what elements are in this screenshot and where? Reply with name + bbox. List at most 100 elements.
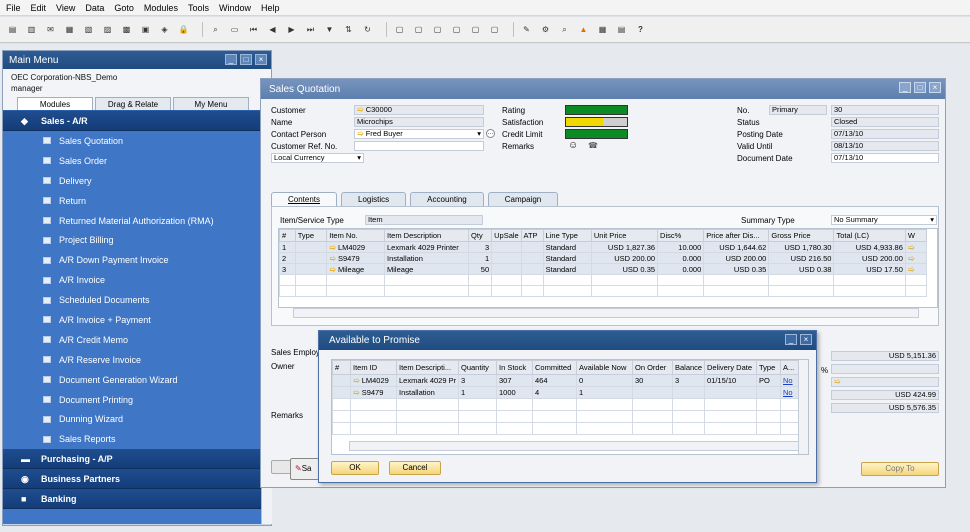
menu-item-ar-invoice-payment[interactable]: A/R Invoice + Payment	[3, 310, 261, 330]
table-row[interactable]	[332, 422, 799, 435]
close-button[interactable]: ×	[255, 54, 267, 65]
fax-icon[interactable]: ▧	[82, 23, 95, 36]
menu-goto[interactable]: Goto	[114, 3, 134, 13]
add-icon[interactable]: ▭	[228, 23, 241, 36]
cell[interactable]: Standard	[542, 252, 592, 264]
link-arrow-icon[interactable]: ➯	[329, 243, 336, 252]
menu-item-project-billing[interactable]: Project Billing	[3, 230, 261, 250]
atp-vertical-scrollbar[interactable]	[798, 360, 808, 454]
sales-quotation-title-bar[interactable]: Sales Quotation _ □ ×	[261, 79, 945, 99]
gross-profit-icon[interactable]: ▢	[450, 23, 463, 36]
base-document-icon[interactable]: ▢	[393, 23, 406, 36]
col-header[interactable]: Committed	[532, 360, 577, 375]
menu-item-sales-order[interactable]: Sales Order	[3, 151, 261, 171]
cell[interactable]: 1	[468, 252, 493, 264]
cell[interactable]: Lexmark 4029 Printer	[384, 241, 470, 253]
cell[interactable]: USD 1,827.36	[590, 241, 659, 253]
col-header[interactable]: On Order	[632, 360, 673, 375]
cell[interactable]: USD 0.38	[768, 263, 835, 275]
col-header[interactable]: Type	[756, 360, 781, 375]
menu-modules[interactable]: Modules	[144, 3, 178, 13]
table-row[interactable]	[332, 398, 799, 411]
chevron-down-icon[interactable]: ▾	[930, 216, 934, 224]
freight-field[interactable]: ➯	[831, 377, 939, 387]
copy-to-button[interactable]: Copy To	[861, 462, 939, 476]
maximize-button[interactable]: □	[914, 82, 926, 93]
module-banking[interactable]: ■ Banking	[3, 489, 261, 510]
link-arrow-icon[interactable]: ➯	[834, 378, 841, 386]
col-header[interactable]: UpSale	[491, 229, 522, 242]
col-header[interactable]: Item ID	[350, 360, 397, 375]
pdf-icon[interactable]: ▣	[139, 23, 152, 36]
menu-help[interactable]: Help	[261, 3, 280, 13]
cell[interactable]: ➯ Mileage	[326, 263, 386, 275]
cell[interactable]: USD 216.50	[768, 252, 835, 264]
col-header[interactable]: In Stock	[496, 360, 533, 375]
menu-item-document-generation-wizard[interactable]: Document Generation Wizard	[3, 370, 261, 390]
col-header[interactable]: Item No.	[326, 229, 386, 242]
chevron-down-icon[interactable]: ▾	[357, 154, 361, 162]
last-record-icon[interactable]: ⏭	[304, 23, 317, 36]
cell[interactable]: ➯ S9479	[326, 252, 386, 264]
cell[interactable]: USD 200.00	[703, 252, 770, 264]
module-sales-ar[interactable]: ◆ Sales - A/R	[3, 111, 261, 131]
col-header[interactable]: Line Type	[542, 229, 592, 242]
sort-icon[interactable]: ⇅	[342, 23, 355, 36]
table-row[interactable]: ➯ LM4029 Lexmark 4029 Pr 3 307 464 0 30 3 01/…	[332, 374, 799, 387]
cell[interactable]: 50	[468, 263, 493, 275]
summary-type-select[interactable]: No Summary ▾	[831, 215, 937, 225]
col-header[interactable]: A...	[780, 360, 799, 375]
tab-modules[interactable]: Modules	[17, 97, 93, 111]
tab-logistics[interactable]: Logistics	[341, 192, 407, 206]
tab-campaign[interactable]: Campaign	[487, 192, 559, 206]
lock-icon[interactable]: 🔒	[177, 23, 190, 36]
minimize-button[interactable]: _	[899, 82, 911, 93]
help-icon[interactable]: ?	[634, 23, 647, 36]
cell[interactable]: ➯	[904, 263, 928, 275]
atp-horizontal-scrollbar[interactable]	[349, 441, 799, 451]
refresh-icon[interactable]: ↻	[361, 23, 374, 36]
cell[interactable]: USD 200.00	[590, 252, 659, 264]
alert-icon[interactable]: ▲	[577, 23, 590, 36]
valid-until-field[interactable]: 08/13/10	[831, 141, 939, 151]
menu-item-ar-invoice[interactable]: A/R Invoice	[3, 270, 261, 290]
minimize-button[interactable]: _	[225, 54, 237, 65]
query-icon[interactable]: ⌕	[558, 23, 571, 36]
tab-accounting[interactable]: Accounting	[410, 192, 484, 206]
menu-item-ar-reserve-invoice[interactable]: A/R Reserve Invoice	[3, 350, 261, 370]
excel-icon[interactable]: ▨	[101, 23, 114, 36]
col-header[interactable]: ATP	[520, 229, 544, 242]
menu-item-return[interactable]: Return	[3, 191, 261, 211]
cell[interactable]	[520, 252, 544, 264]
table-row[interactable]	[279, 285, 928, 297]
cell[interactable]: ➯	[904, 241, 928, 253]
maximize-button[interactable]: □	[240, 54, 252, 65]
minimize-button[interactable]: _	[785, 334, 797, 345]
cell[interactable]: USD 1,780.30	[768, 241, 835, 253]
calendar-icon[interactable]: ▦	[596, 23, 609, 36]
first-record-icon[interactable]: ⏮	[247, 23, 260, 36]
col-header[interactable]: #	[279, 229, 296, 242]
link-arrow-icon[interactable]: ➯	[357, 106, 364, 114]
cell[interactable]: 01/15/10	[704, 374, 757, 387]
col-header[interactable]: Item Descripti...	[396, 360, 459, 375]
discount-field[interactable]	[831, 364, 939, 374]
module-business-partners[interactable]: ◉ Business Partners	[3, 469, 261, 490]
cell[interactable]: 307	[496, 374, 533, 387]
filter-icon[interactable]: ▼	[323, 23, 336, 36]
cell[interactable]	[332, 386, 351, 399]
link-arrow-icon[interactable]: ➯	[357, 130, 364, 138]
atp-title-bar[interactable]: Available to Promise _ ×	[319, 331, 816, 350]
item-service-type-field[interactable]: Item	[365, 215, 483, 225]
cell[interactable]: 4	[532, 386, 577, 399]
col-header[interactable]: Available Now	[576, 360, 633, 375]
cancel-button[interactable]: Cancel	[389, 461, 441, 475]
cell[interactable]: USD 4,933.86	[833, 241, 906, 253]
table-row[interactable]: 3 ➯ Mileage Mileage 50 Standard USD 0.35 0.…	[279, 263, 928, 275]
cell[interactable]	[294, 241, 328, 253]
menu-view[interactable]: View	[56, 3, 75, 13]
menu-item-rma[interactable]: Returned Material Authorization (RMA)	[3, 211, 261, 231]
link-arrow-icon[interactable]: ➯	[908, 265, 915, 274]
ok-button[interactable]: OK	[331, 461, 379, 475]
journal-icon[interactable]: ▢	[431, 23, 444, 36]
